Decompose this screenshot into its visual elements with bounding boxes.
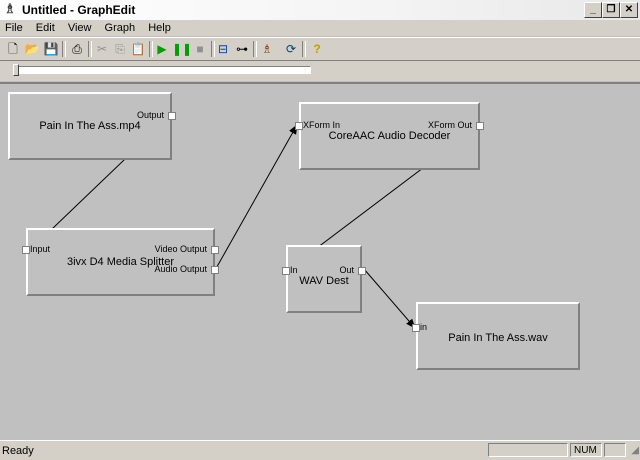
filter-name: WAV Dest	[299, 275, 349, 287]
pin-label: XForm Out	[427, 120, 472, 130]
pin-label: Video Output	[154, 244, 207, 254]
pin-label: Output	[136, 110, 164, 120]
cut-icon[interactable]: ✂	[93, 40, 111, 58]
toolbar-separator	[253, 41, 257, 57]
status-text: Ready	[2, 445, 34, 457]
window-title: Untitled - GraphEdit	[22, 3, 136, 17]
filter-name: Pain In The Ass.wav	[448, 332, 548, 344]
stop-icon[interactable]: ■	[191, 40, 209, 58]
toolbar-separator	[62, 41, 66, 57]
filter-aac-decoder[interactable]: CoreAAC Audio Decoder XForm In XForm Out	[295, 102, 484, 170]
refresh-icon[interactable]: ⟳	[282, 40, 300, 58]
input-pin[interactable]	[295, 122, 303, 130]
graphedit-logo-icon[interactable]: ♗	[2, 2, 18, 18]
connection-line[interactable]	[363, 268, 416, 329]
toolbar: 🗋 📂 💾 ⎙ ✂ ⎘ 📋 ▶ ❚❚ ■ ⊟ ⊶ ♗ ⟳ ?	[0, 37, 640, 61]
save-icon[interactable]: 💾	[42, 40, 60, 58]
pin-label: In	[290, 265, 298, 275]
status-bar: Ready NUM ◢	[0, 440, 640, 460]
copy-icon[interactable]: ⎘	[111, 40, 129, 58]
help-icon[interactable]: ?	[308, 40, 326, 58]
disconnect-icon[interactable]: ⊶	[233, 40, 251, 58]
toolbar-separator	[88, 41, 92, 57]
pin-label: Input	[30, 244, 51, 254]
play-icon[interactable]: ▶	[153, 40, 171, 58]
graph-canvas[interactable]: Pain In The Ass.mp4 Output 3ivx D4 Media…	[0, 82, 640, 442]
seek-thumb[interactable]	[13, 64, 19, 76]
input-pin[interactable]	[22, 246, 30, 254]
menu-bar: File Edit View Graph Help	[0, 20, 640, 36]
input-pin[interactable]	[282, 267, 290, 275]
connect-icon[interactable]: ⊟	[214, 40, 232, 58]
menu-view[interactable]: View	[63, 20, 97, 36]
new-icon[interactable]: 🗋	[4, 40, 22, 58]
print-icon[interactable]: ⎙	[68, 40, 86, 58]
pin-label: XForm In	[303, 120, 341, 130]
title-bar: ♗ Untitled - GraphEdit _ ❐ ✕	[0, 0, 640, 21]
output-pin[interactable]	[358, 267, 366, 275]
pin-label: Audio Output	[154, 264, 207, 274]
menu-help[interactable]: Help	[143, 20, 176, 36]
paste-icon[interactable]: 📋	[129, 40, 147, 58]
seek-bar[interactable]	[13, 66, 311, 74]
filter-wav-dest[interactable]: WAV Dest In Out	[282, 245, 366, 313]
output-pin[interactable]	[476, 122, 484, 130]
video-output-pin[interactable]	[211, 246, 219, 254]
status-pane	[488, 443, 568, 457]
menu-file[interactable]: File	[0, 20, 28, 36]
menu-graph[interactable]: Graph	[100, 20, 141, 36]
open-icon[interactable]: 📂	[23, 40, 41, 58]
toolbar-separator	[302, 41, 306, 57]
filter-name: Pain In The Ass.mp4	[39, 120, 141, 132]
input-pin[interactable]	[412, 324, 420, 332]
filter-wav-file[interactable]: Pain In The Ass.wav in	[412, 302, 580, 370]
pause-icon[interactable]: ❚❚	[172, 40, 192, 58]
pin-label: in	[420, 322, 428, 332]
filter-name: CoreAAC Audio Decoder	[328, 130, 451, 142]
pin-label: Out	[339, 265, 354, 275]
filter-source-mp4[interactable]: Pain In The Ass.mp4 Output	[8, 92, 176, 160]
menu-edit[interactable]: Edit	[31, 20, 60, 36]
output-pin[interactable]	[168, 112, 176, 120]
seek-row	[0, 61, 640, 81]
graph-icon[interactable]: ♗	[258, 40, 276, 58]
resize-grip-icon[interactable]: ◢	[631, 445, 639, 456]
connection-line[interactable]	[213, 124, 298, 273]
filter-media-splitter[interactable]: 3ivx D4 Media Splitter Input Video Outpu…	[22, 228, 219, 296]
close-button[interactable]: ✕	[620, 2, 638, 18]
minimize-button[interactable]: _	[584, 2, 602, 18]
audio-output-pin[interactable]	[211, 266, 219, 274]
num-lock-indicator: NUM	[570, 443, 602, 457]
restore-button[interactable]: ❐	[602, 2, 620, 18]
status-pane	[604, 443, 626, 457]
